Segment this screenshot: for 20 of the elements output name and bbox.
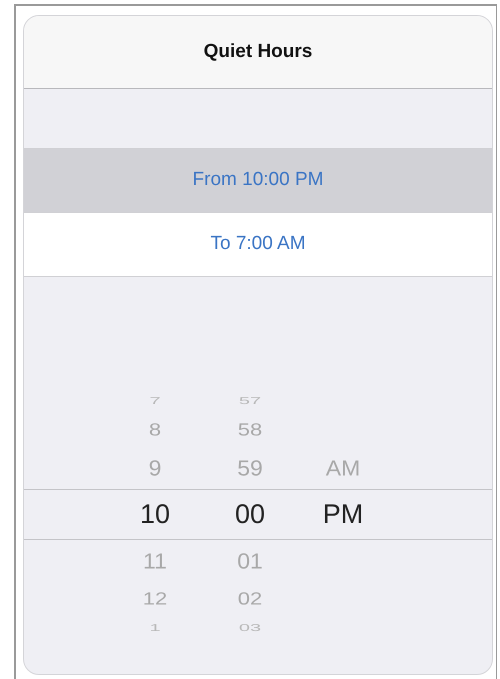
minute-value[interactable]: 00: [234, 501, 266, 528]
minute-value[interactable]: 01: [237, 550, 263, 572]
time-option[interactable]: To 7:00 AM: [24, 213, 492, 277]
hour-value[interactable]: 10: [140, 501, 170, 528]
period-value[interactable]: AM: [326, 457, 360, 479]
hour-value[interactable]: 11: [143, 550, 167, 572]
hour-value[interactable]: 1: [149, 623, 161, 633]
time-picker[interactable]: 7 57 8 58 9 59 AM 10 00 PM 11 01 12 02 1 03: [24, 389, 492, 640]
time-option[interactable]: From 10:00 PM: [24, 149, 492, 213]
hour-value[interactable]: 7: [149, 396, 161, 406]
period-value[interactable]: PM: [322, 501, 364, 528]
hour-value[interactable]: 12: [142, 590, 168, 608]
minute-value[interactable]: 58: [238, 421, 262, 439]
minute-value[interactable]: 02: [238, 590, 262, 608]
hour-value[interactable]: 9: [148, 457, 162, 479]
minute-value[interactable]: 59: [237, 457, 263, 479]
hour-value[interactable]: 8: [148, 421, 162, 439]
dialog-title: Quiet Hours: [204, 40, 312, 64]
minute-value[interactable]: 03: [238, 623, 262, 633]
minute-value[interactable]: 57: [238, 396, 262, 406]
